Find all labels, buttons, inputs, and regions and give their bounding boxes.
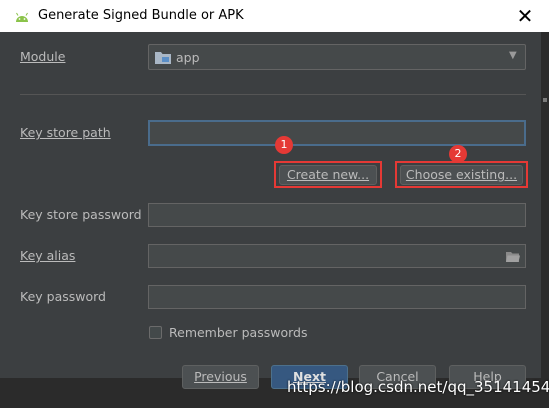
separator xyxy=(20,94,526,95)
watermark-text: https://blog.csdn.net/qq_35141454 xyxy=(287,378,549,396)
key-password-input[interactable] xyxy=(148,285,526,309)
module-select[interactable] xyxy=(148,44,526,70)
key-alias-label: Key alias xyxy=(20,248,76,263)
folder-browse-icon[interactable] xyxy=(506,251,520,262)
create-new-button[interactable]: Create new... xyxy=(279,165,377,185)
key-store-password-input[interactable] xyxy=(148,203,526,227)
key-store-path-label: Key store path xyxy=(20,125,111,140)
window-title: Generate Signed Bundle or APK xyxy=(38,8,244,23)
chevron-down-icon: ▼ xyxy=(509,50,517,61)
background-window-edge xyxy=(541,32,549,378)
module-value: app xyxy=(176,50,200,65)
key-password-label: Key password xyxy=(20,289,106,304)
key-alias-input[interactable] xyxy=(148,244,526,268)
previous-button[interactable]: Previous xyxy=(182,365,259,389)
module-folder-icon xyxy=(155,52,171,64)
remember-passwords-label: Remember passwords xyxy=(169,325,308,340)
background-dot xyxy=(543,98,547,102)
key-store-password-label: Key store password xyxy=(20,207,142,222)
choose-existing-button[interactable]: Choose existing... xyxy=(400,165,523,185)
module-label: Module xyxy=(20,49,66,64)
key-store-path-input[interactable] xyxy=(148,120,526,146)
android-icon xyxy=(16,12,28,22)
remember-passwords-checkbox[interactable] xyxy=(149,326,162,339)
annotation-badge-2: 2 xyxy=(449,145,467,163)
annotation-badge-1: 1 xyxy=(275,136,293,154)
close-button[interactable]: ✕ xyxy=(508,2,542,30)
